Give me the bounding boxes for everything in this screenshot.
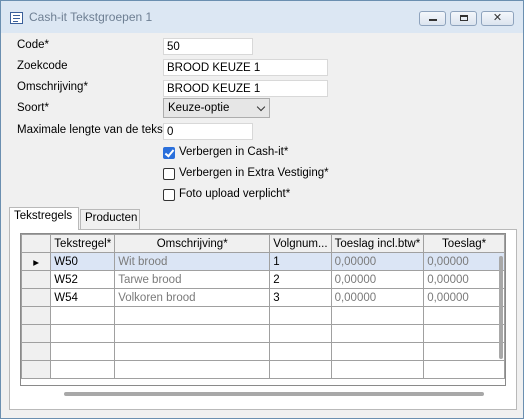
- empty-cell[interactable]: [269, 306, 332, 325]
- empty-cell[interactable]: [269, 342, 332, 361]
- cell-toeslag[interactable]: 0,00000: [423, 270, 505, 289]
- empty-cell[interactable]: [423, 360, 505, 379]
- empty-row[interactable]: [21, 360, 505, 379]
- checkbox-label: Verbergen in Cash-it*: [179, 146, 289, 158]
- soort-value: Keuze-optie: [168, 102, 230, 114]
- empty-cell[interactable]: [50, 342, 116, 361]
- title-bar[interactable]: Cash-it Tekstgroepen 1 ✕: [1, 1, 523, 33]
- row-indicator: [21, 360, 52, 379]
- empty-cell[interactable]: [330, 342, 425, 361]
- code-field[interactable]: 50: [163, 38, 253, 55]
- maximize-button[interactable]: [450, 11, 477, 26]
- cell-omschrijving[interactable]: Tarwe brood: [114, 270, 271, 289]
- cell-toeslag-incl-btw[interactable]: 0,00000: [330, 270, 425, 289]
- empty-row[interactable]: [21, 342, 505, 361]
- column-header-indicator: [21, 234, 52, 253]
- minimize-button[interactable]: [419, 11, 446, 26]
- close-icon: ✕: [492, 12, 503, 24]
- tekstgroepen-window: Cash-it Tekstgroepen 1 ✕ Code* 50 Zoekco…: [0, 0, 524, 419]
- row-indicator: [21, 342, 52, 361]
- zoekcode-field[interactable]: BROOD KEUZE 1: [163, 59, 328, 76]
- checkbox-checked-icon[interactable]: [163, 147, 175, 159]
- empty-cell[interactable]: [423, 342, 505, 361]
- row-indicator-icon: ▸: [21, 252, 52, 271]
- vertical-scrollbar[interactable]: [499, 256, 503, 359]
- empty-row[interactable]: [21, 306, 505, 325]
- list-window-icon: [10, 12, 23, 24]
- cell-tekstregel[interactable]: W54: [50, 288, 116, 307]
- tekstregels-grid[interactable]: Tekstregel* Omschrijving* Volgnum... Toe…: [20, 233, 506, 386]
- empty-cell[interactable]: [114, 360, 271, 379]
- table-row[interactable]: W54 Volkoren brood 3 0,00000 0,00000: [21, 288, 505, 307]
- row-indicator: [21, 306, 52, 325]
- code-label: Code*: [17, 39, 49, 51]
- empty-cell[interactable]: [330, 324, 425, 343]
- checkbox-unchecked-icon[interactable]: [163, 189, 175, 201]
- cell-volgnummer[interactable]: 3: [269, 288, 332, 307]
- row-indicator: [21, 324, 52, 343]
- empty-cell[interactable]: [50, 360, 116, 379]
- soort-label: Soort*: [17, 102, 49, 114]
- maxlen-field[interactable]: 0: [163, 123, 253, 140]
- row-indicator: [21, 288, 52, 307]
- checkbox-label: Foto upload verplicht*: [179, 188, 291, 200]
- empty-cell[interactable]: [269, 360, 332, 379]
- column-header-toeslag-incl-btw[interactable]: Toeslag incl.btw*: [330, 234, 425, 253]
- cell-volgnummer[interactable]: 1: [269, 252, 332, 271]
- checkbox-unchecked-icon[interactable]: [163, 168, 175, 180]
- tab-tekstregels[interactable]: Tekstregels: [9, 207, 79, 230]
- empty-cell[interactable]: [423, 306, 505, 325]
- empty-cell[interactable]: [114, 342, 271, 361]
- cell-toeslag-incl-btw[interactable]: 0,00000: [330, 288, 425, 307]
- cell-tekstregel[interactable]: W52: [50, 270, 116, 289]
- empty-cell[interactable]: [114, 324, 271, 343]
- zoekcode-label: Zoekcode: [17, 60, 68, 72]
- tekstregels-panel: Tekstregel* Omschrijving* Volgnum... Toe…: [9, 229, 517, 410]
- cell-omschrijving[interactable]: Volkoren brood: [114, 288, 271, 307]
- grid-table: Tekstregel* Omschrijving* Volgnum... Toe…: [21, 234, 505, 379]
- empty-row[interactable]: [21, 324, 505, 343]
- empty-cell[interactable]: [50, 324, 116, 343]
- column-header-toeslag[interactable]: Toeslag*: [423, 234, 505, 253]
- empty-cell[interactable]: [269, 324, 332, 343]
- empty-cell[interactable]: [330, 360, 425, 379]
- cell-toeslag-incl-btw[interactable]: 0,00000: [330, 252, 425, 271]
- omschrijving-label: Omschrijving*: [17, 81, 88, 93]
- column-header-tekstregel[interactable]: Tekstregel*: [50, 234, 116, 253]
- cell-toeslag[interactable]: 0,00000: [423, 288, 505, 307]
- horizontal-scrollbar[interactable]: [64, 392, 484, 396]
- empty-cell[interactable]: [423, 324, 505, 343]
- empty-cell[interactable]: [114, 306, 271, 325]
- omschrijving-field[interactable]: BROOD KEUZE 1: [163, 80, 328, 97]
- maximize-icon: [460, 15, 468, 21]
- column-header-omschrijving[interactable]: Omschrijving*: [114, 234, 271, 253]
- grid-header-row: Tekstregel* Omschrijving* Volgnum... Toe…: [21, 234, 505, 253]
- column-header-volgnummer[interactable]: Volgnum...: [269, 234, 332, 253]
- tab-producten[interactable]: Producten: [80, 209, 140, 229]
- cell-volgnummer[interactable]: 2: [269, 270, 332, 289]
- table-row[interactable]: W52 Tarwe brood 2 0,00000 0,00000: [21, 270, 505, 289]
- cell-toeslag[interactable]: 0,00000: [423, 252, 505, 271]
- cell-omschrijving[interactable]: Wit brood: [114, 252, 271, 271]
- cell-tekstregel[interactable]: W50: [50, 252, 116, 271]
- soort-select[interactable]: Keuze-optie: [163, 98, 270, 118]
- empty-cell[interactable]: [50, 306, 116, 325]
- close-button[interactable]: ✕: [481, 11, 514, 26]
- empty-cell[interactable]: [330, 306, 425, 325]
- chevron-down-icon: [256, 102, 266, 112]
- maxlen-label: Maximale lengte van de tekst*: [17, 124, 171, 136]
- table-row[interactable]: ▸ W50 Wit brood 1 0,00000 0,00000: [21, 252, 505, 271]
- row-indicator: [21, 270, 52, 289]
- window-title: Cash-it Tekstgroepen 1: [29, 10, 153, 24]
- checkbox-label: Verbergen in Extra Vestiging*: [179, 167, 329, 179]
- minimize-icon: [429, 19, 437, 21]
